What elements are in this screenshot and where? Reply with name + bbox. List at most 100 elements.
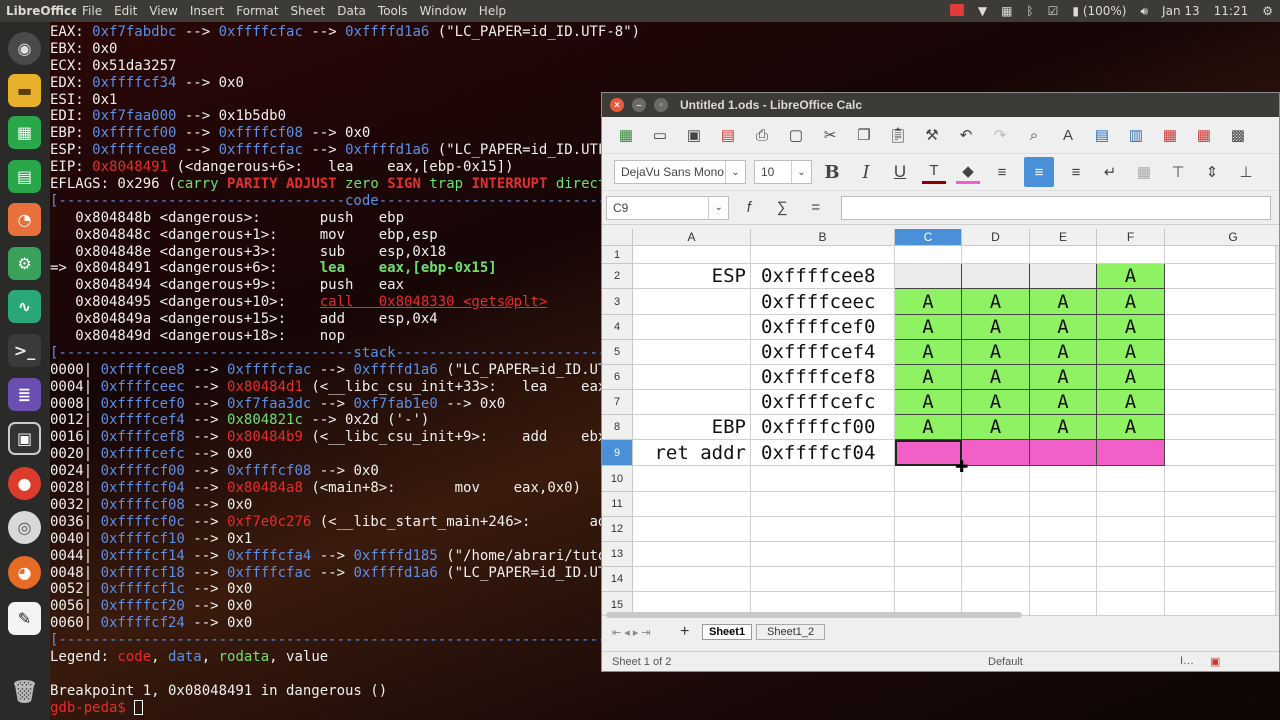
files-icon[interactable]: ▬ — [8, 74, 41, 107]
cell-a2[interactable]: ESP — [633, 264, 751, 289]
cell-b2[interactable]: 0xffffcee8 — [751, 264, 895, 289]
cell-a13[interactable] — [633, 542, 751, 567]
maximize-icon[interactable]: ▫ — [654, 98, 668, 112]
menu-edit[interactable]: Edit — [108, 4, 143, 18]
find-icon[interactable]: ⌕ — [1022, 123, 1046, 147]
column-header-g[interactable]: G — [1165, 229, 1279, 246]
merge-cells-icon[interactable]: ▦ — [1132, 160, 1156, 184]
cell-d3[interactable]: A — [962, 289, 1030, 315]
cell-a5[interactable] — [633, 340, 751, 365]
horizontal-scrollbar[interactable] — [606, 612, 1022, 618]
cell-f5[interactable]: A — [1097, 340, 1165, 365]
undo-icon[interactable]: ↶ — [954, 123, 978, 147]
cell-c5[interactable]: A — [895, 340, 962, 365]
underline-icon[interactable]: U — [888, 160, 912, 184]
clock-label[interactable]: 11:21 — [1207, 4, 1256, 18]
cell-e4[interactable]: A — [1030, 315, 1097, 340]
cell-f7[interactable]: A — [1097, 390, 1165, 415]
cell-c13[interactable] — [895, 542, 962, 567]
redo-icon[interactable]: ↷ — [988, 123, 1012, 147]
row-header-3[interactable]: 3 — [602, 289, 633, 315]
cell-g13[interactable] — [1165, 542, 1279, 567]
menu-format[interactable]: Format — [230, 4, 284, 18]
cell-b14[interactable] — [751, 567, 895, 592]
select-all-corner[interactable] — [602, 229, 633, 246]
italic-icon[interactable]: I — [854, 160, 878, 184]
cell-e8[interactable]: A — [1030, 415, 1097, 440]
menu-insert[interactable]: Insert — [184, 4, 230, 18]
column-header-a[interactable]: A — [633, 229, 751, 246]
terminal-cursor[interactable] — [134, 700, 144, 716]
cell-d8[interactable]: A — [962, 415, 1030, 440]
row-header-8[interactable]: 8 — [602, 415, 633, 440]
monitor-icon[interactable]: ∿ — [8, 290, 41, 323]
font-name-box[interactable]: DejaVu Sans Mono ⌄ — [614, 160, 746, 184]
menu-file[interactable]: File — [76, 4, 108, 18]
row-header-1[interactable]: 1 — [602, 246, 633, 264]
align-left-icon[interactable]: ≡ — [990, 160, 1014, 184]
save-icon[interactable]: ▣ — [682, 123, 706, 147]
paste-icon[interactable]: 📋︎ — [886, 123, 910, 147]
column-header-d[interactable]: D — [962, 229, 1030, 246]
cell-g6[interactable] — [1165, 365, 1279, 390]
menu-window[interactable]: Window — [413, 4, 472, 18]
wifi-icon[interactable]: ▼ — [971, 4, 994, 18]
cell-g12[interactable] — [1165, 517, 1279, 542]
sum-icon[interactable]: ∑ — [771, 196, 794, 220]
column-header-c[interactable]: C — [895, 229, 962, 246]
cell-e12[interactable] — [1030, 517, 1097, 542]
cell-b13[interactable] — [751, 542, 895, 567]
column-icon[interactable]: ▥ — [1124, 123, 1148, 147]
cell-b5[interactable]: 0xffffcef4 — [751, 340, 895, 365]
cell-e10[interactable] — [1030, 466, 1097, 492]
cell-f13[interactable] — [1097, 542, 1165, 567]
chrome-icon[interactable]: ● — [8, 467, 41, 500]
cell-b12[interactable] — [751, 517, 895, 542]
clone-icon[interactable]: ⚒ — [920, 123, 944, 147]
cell-e14[interactable] — [1030, 567, 1097, 592]
app-icon[interactable]: ▣ — [8, 422, 41, 455]
cell-f4[interactable]: A — [1097, 315, 1165, 340]
cell-d1[interactable] — [962, 246, 1030, 264]
cell-f12[interactable] — [1097, 517, 1165, 542]
row-header-11[interactable]: 11 — [602, 492, 633, 517]
cell-a8[interactable]: EBP — [633, 415, 751, 440]
add-sheet-icon[interactable]: + — [680, 623, 689, 641]
cell-b1[interactable] — [751, 246, 895, 264]
chevron-down-icon[interactable]: ⌄ — [725, 161, 745, 183]
spelling-icon[interactable]: A — [1056, 123, 1080, 147]
align-middle-icon[interactable]: ⇕ — [1200, 160, 1224, 184]
formula-icon[interactable]: = — [804, 196, 827, 220]
cell-f3[interactable]: A — [1097, 289, 1165, 315]
row-header-10[interactable]: 10 — [602, 466, 633, 492]
cell-a11[interactable] — [633, 492, 751, 517]
row-header-12[interactable]: 12 — [602, 517, 633, 542]
cell-d10[interactable] — [962, 466, 1030, 492]
cell-g2[interactable] — [1165, 264, 1279, 289]
cell-e5[interactable]: A — [1030, 340, 1097, 365]
menu-tools[interactable]: Tools — [372, 4, 414, 18]
row-header-9[interactable]: 9 — [602, 440, 633, 466]
highlight-icon[interactable]: ◆ — [956, 160, 980, 184]
cell-d11[interactable] — [962, 492, 1030, 517]
row-header-6[interactable]: 6 — [602, 365, 633, 390]
cell-a14[interactable] — [633, 567, 751, 592]
cell-e3[interactable]: A — [1030, 289, 1097, 315]
cell-f6[interactable]: A — [1097, 365, 1165, 390]
bluetooth-icon[interactable]: ᛒ — [1019, 4, 1040, 18]
cut-icon[interactable]: ✂ — [818, 123, 842, 147]
cell-c9[interactable] — [895, 440, 962, 466]
cell-a6[interactable] — [633, 365, 751, 390]
copy-icon[interactable]: ❐ — [852, 123, 876, 147]
column-header-e[interactable]: E — [1030, 229, 1097, 246]
minimize-icon[interactable]: – — [632, 98, 646, 112]
cell-a10[interactable] — [633, 466, 751, 492]
cell-e15[interactable] — [1030, 592, 1097, 615]
cell-a4[interactable] — [633, 315, 751, 340]
row-header-5[interactable]: 5 — [602, 340, 633, 365]
cell-a9[interactable]: ret addr — [633, 440, 751, 466]
align-bottom-icon[interactable]: ⊥ — [1234, 160, 1258, 184]
cell-g14[interactable] — [1165, 567, 1279, 592]
export-pdf-icon[interactable]: ▤ — [716, 123, 740, 147]
row-header-2[interactable]: 2 — [602, 264, 633, 289]
